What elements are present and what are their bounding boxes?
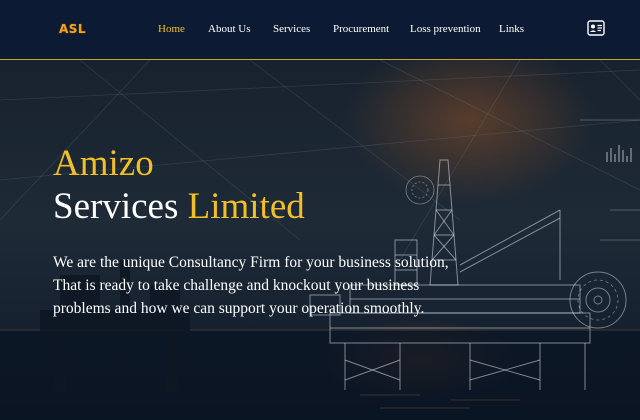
nav-item-loss-prevention[interactable]: Loss prevention (410, 23, 481, 35)
brand-logo[interactable]: ASL (59, 22, 86, 36)
hero-background-image (0, 60, 640, 420)
hero-section: Amizo Services Limited We are the unique… (0, 60, 640, 420)
hero-title: Amizo Services Limited (53, 142, 305, 228)
hero-title-line2-b: Limited (187, 186, 305, 227)
nav-item-about-us[interactable]: About Us (208, 23, 250, 35)
nav-item-services[interactable]: Services (273, 23, 310, 35)
nav-item-home[interactable]: Home (158, 23, 185, 35)
top-navbar: ASL Home About Us Services Procurement L… (0, 0, 640, 60)
hero-title-line1: Amizo (53, 143, 154, 184)
contact-card-button[interactable] (587, 20, 605, 36)
hero-description-line: problems and how we can support your ope… (53, 300, 425, 317)
hero-description-line: We are the unique Consultancy Firm for y… (53, 254, 449, 271)
nav-item-procurement[interactable]: Procurement (333, 23, 389, 35)
hero-description: We are the unique Consultancy Firm for y… (53, 251, 483, 320)
hero-title-line2-a: Services (53, 186, 179, 227)
contact-card-icon (587, 20, 605, 36)
nav-item-links[interactable]: Links (499, 23, 524, 35)
hero-description-line: That is ready to take challenge and knoc… (53, 277, 420, 294)
